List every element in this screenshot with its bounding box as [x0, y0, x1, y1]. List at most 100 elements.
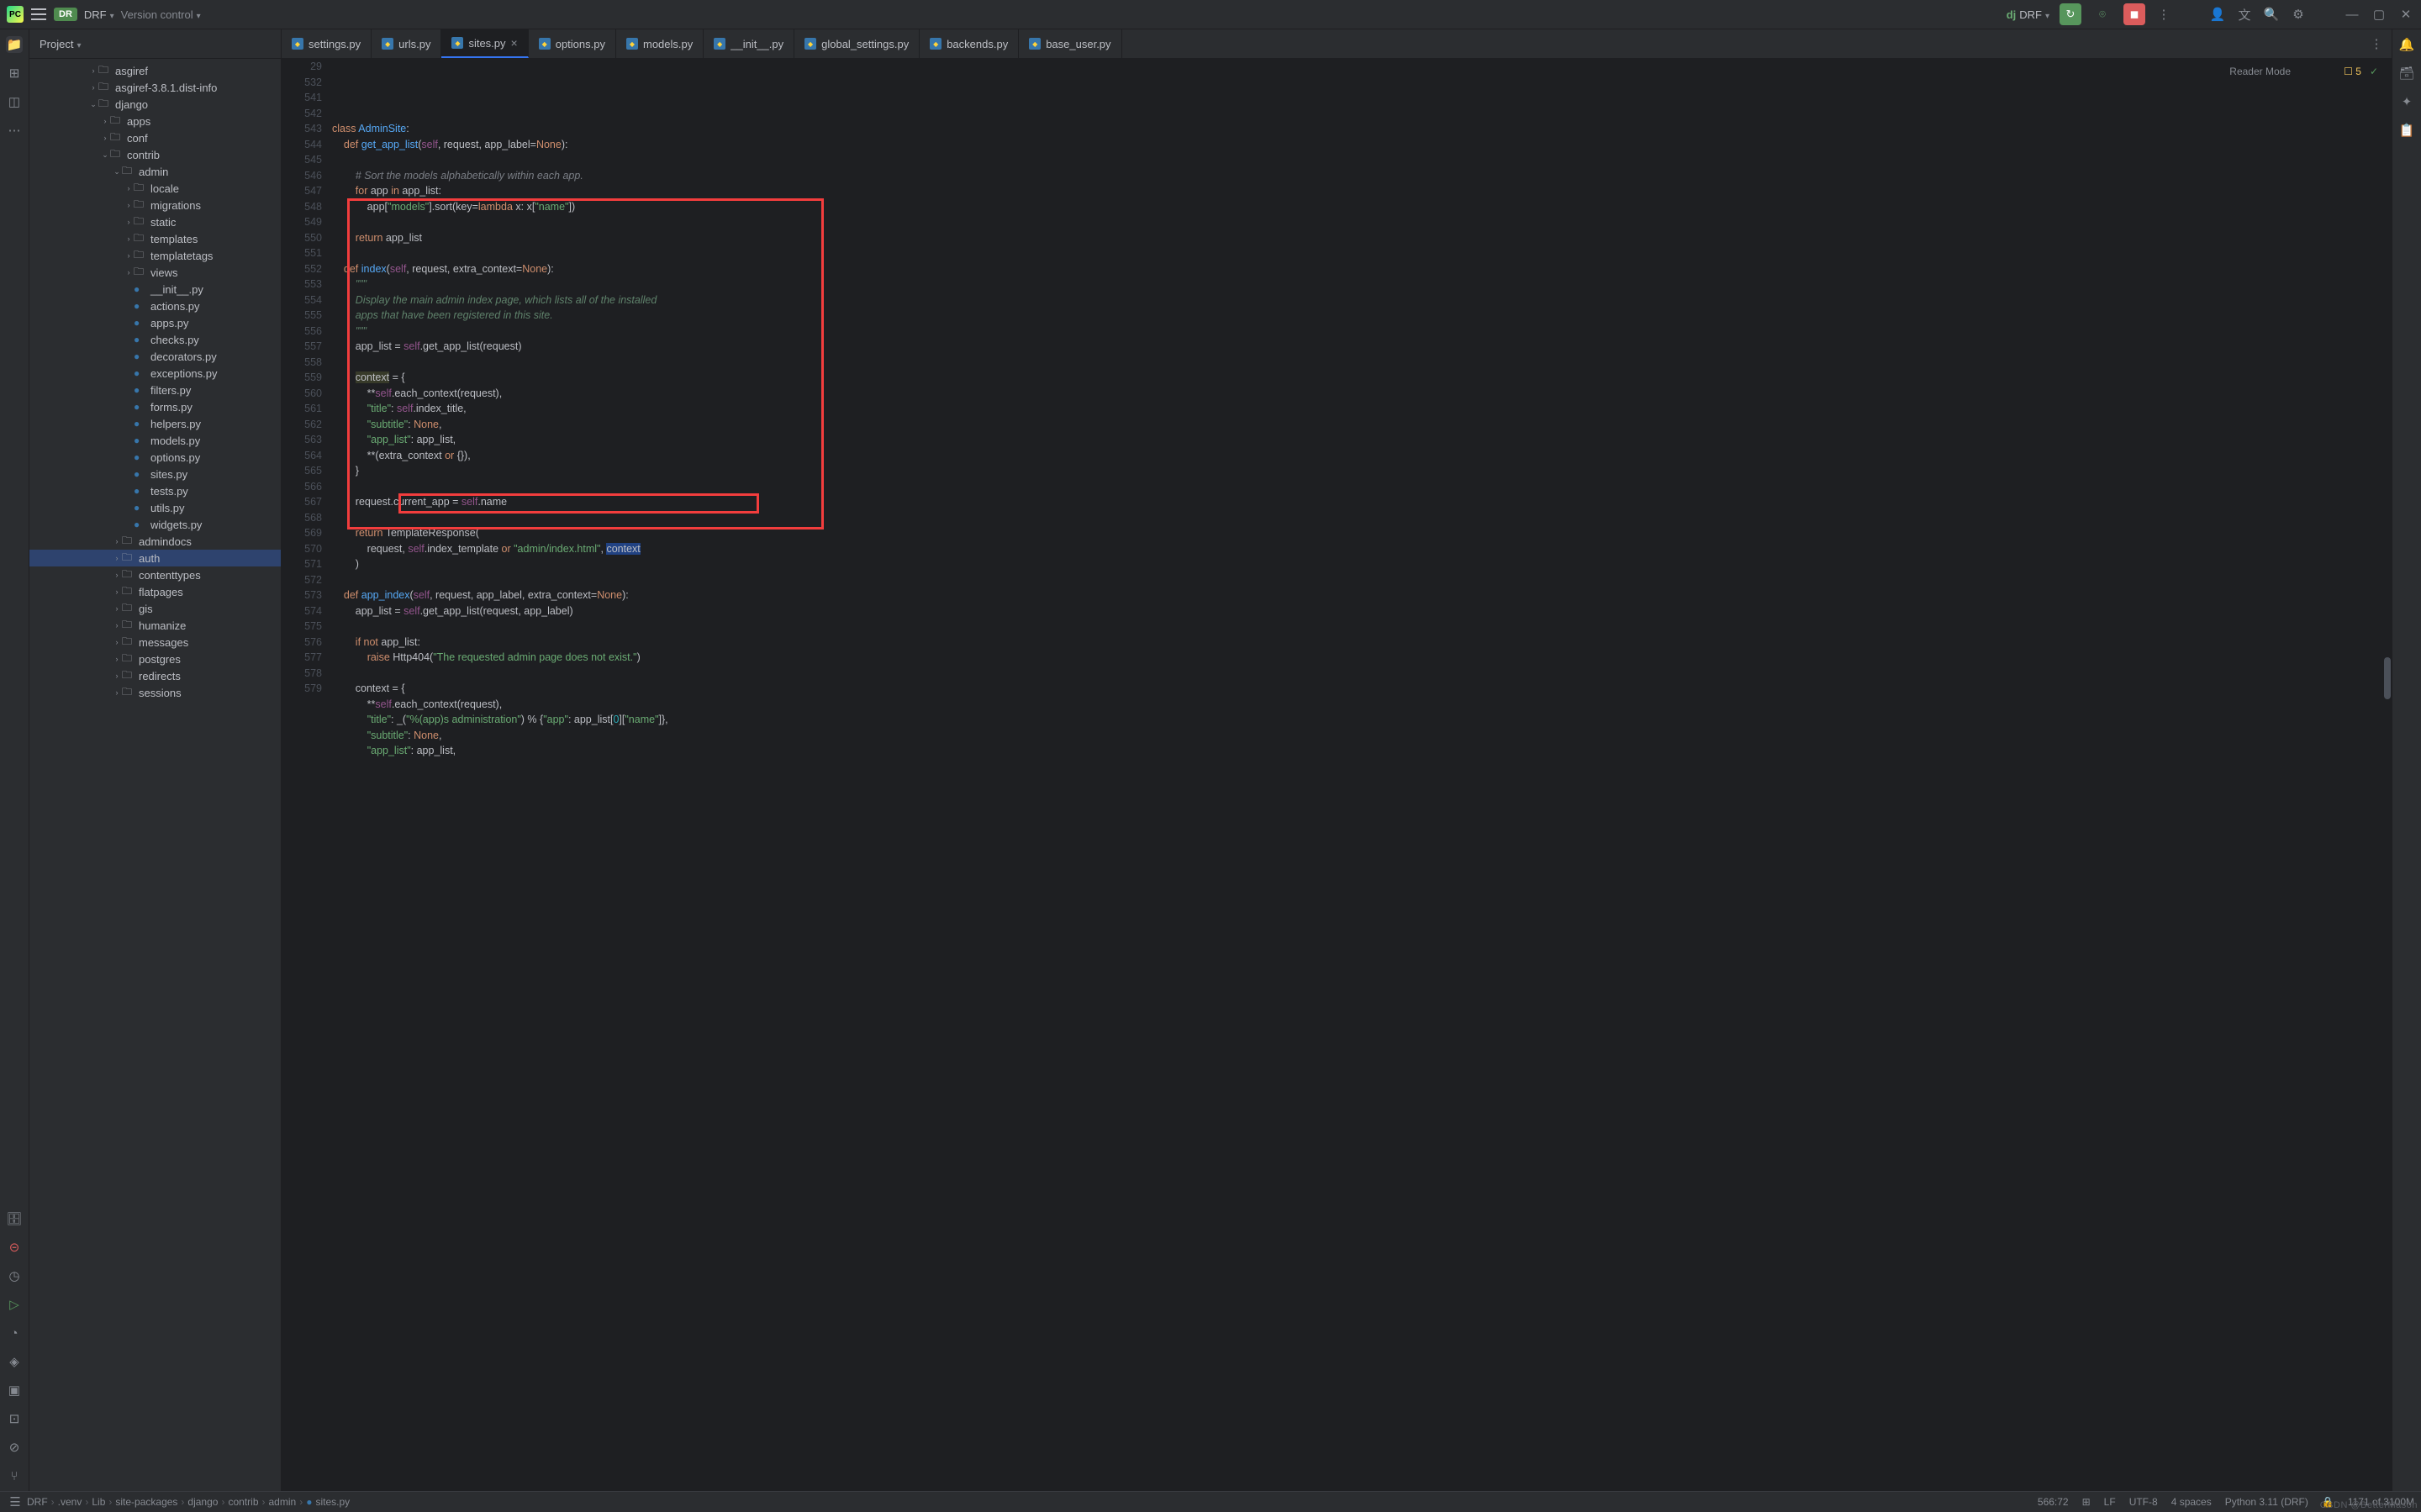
database-tool-icon[interactable]: 🗄	[6, 1210, 23, 1227]
line-separator[interactable]: LF	[2104, 1496, 2116, 1508]
file-encoding[interactable]: UTF-8	[2129, 1496, 2158, 1508]
inspections-widget[interactable]: ☐ 5 ✓	[2344, 64, 2378, 80]
tree-item[interactable]: ›🗀auth	[29, 550, 281, 566]
editor-scrollbar[interactable]	[2383, 59, 2392, 1491]
more-tool-icon[interactable]: ⋯	[6, 122, 23, 139]
more-actions-button[interactable]: ⋮	[2155, 6, 2172, 23]
problems-tool-icon[interactable]: ⊘	[6, 1439, 23, 1456]
cursor-position[interactable]: 566:72	[2038, 1496, 2069, 1508]
tree-chevron-icon[interactable]: ›	[124, 218, 134, 226]
tree-item[interactable]: ›🗀messages	[29, 634, 281, 651]
editor-tab[interactable]: ◆sites.py×	[441, 29, 528, 58]
tree-item[interactable]: ›🗀asgiref-3.8.1.dist-info	[29, 79, 281, 96]
tree-chevron-icon[interactable]: ›	[112, 571, 122, 579]
tree-chevron-icon[interactable]: ›	[112, 587, 122, 596]
run-tool-icon[interactable]: ▷	[6, 1296, 23, 1313]
breadcrumb-item[interactable]: contrib	[228, 1496, 258, 1508]
close-button[interactable]: ✕	[2397, 6, 2414, 23]
tree-item[interactable]: ⌄🗀admin	[29, 163, 281, 180]
tree-item[interactable]: ●models.py	[29, 432, 281, 449]
structure-tool-icon[interactable]: ⊞	[6, 65, 23, 82]
vcs-tool-icon[interactable]: ⑂	[6, 1467, 23, 1484]
editor-tab[interactable]: ◆base_user.py	[1019, 29, 1121, 58]
editor-content[interactable]: 2953254154254354454554654754854955055155…	[282, 59, 2392, 1491]
translate-icon[interactable]: 文	[2236, 6, 2253, 23]
pycharm-icon[interactable]: PC	[7, 6, 24, 23]
bookmarks-tool-icon[interactable]: ◫	[6, 93, 23, 110]
tree-item[interactable]: ›🗀contenttypes	[29, 566, 281, 583]
tree-item[interactable]: ›🗀postgres	[29, 651, 281, 667]
tabs-more-icon[interactable]: ⋮	[2368, 35, 2385, 52]
tree-chevron-icon[interactable]: ⌄	[100, 150, 110, 160]
tree-chevron-icon[interactable]: ›	[100, 134, 110, 142]
project-panel-header[interactable]: Project	[29, 29, 281, 59]
maximize-button[interactable]: ▢	[2371, 6, 2387, 23]
documentation-icon[interactable]: 📋	[2398, 122, 2415, 139]
tree-item[interactable]: ›🗀redirects	[29, 667, 281, 684]
search-icon[interactable]: 🔍	[2263, 6, 2280, 23]
tree-item[interactable]: ●decorators.py	[29, 348, 281, 365]
editor-tab[interactable]: ◆options.py	[529, 29, 616, 58]
reader-mode-label[interactable]: Reader Mode	[2229, 64, 2291, 80]
tree-chevron-icon[interactable]: ›	[112, 638, 122, 646]
tree-chevron-icon[interactable]: ›	[112, 537, 122, 545]
code-area[interactable]: Reader Mode ☐ 5 ✓ class AdminSite: def g…	[332, 59, 2392, 1491]
breadcrumb-item[interactable]: admin	[269, 1496, 297, 1508]
scrollbar-thumb[interactable]	[2384, 657, 2391, 699]
tree-chevron-icon[interactable]: ›	[112, 688, 122, 697]
stop-button[interactable]: ◼	[2123, 3, 2145, 25]
notifications-icon[interactable]: 🔔	[2398, 36, 2415, 53]
debug-button[interactable]: ⌾	[2091, 3, 2113, 25]
tree-item[interactable]: ›🗀locale	[29, 180, 281, 197]
breadcrumb-item[interactable]: site-packages	[115, 1496, 177, 1508]
tree-item[interactable]: ›🗀humanize	[29, 617, 281, 634]
terminal-tool-icon[interactable]: ▣	[6, 1382, 23, 1399]
project-badge[interactable]: DR	[54, 8, 77, 21]
settings-icon[interactable]: ⚙	[2290, 6, 2307, 23]
main-menu-button[interactable]	[30, 6, 47, 23]
interpreter[interactable]: Python 3.11 (DRF)	[2225, 1496, 2308, 1508]
endpoints-tool-icon[interactable]: ⊡	[6, 1410, 23, 1427]
project-selector[interactable]: DRF	[84, 8, 114, 21]
tree-item[interactable]: ⌄🗀contrib	[29, 146, 281, 163]
tree-chevron-icon[interactable]: ›	[124, 234, 134, 243]
tree-item[interactable]: ●exceptions.py	[29, 365, 281, 382]
tree-item[interactable]: ›🗀flatpages	[29, 583, 281, 600]
project-tool-icon[interactable]: 📁	[6, 36, 23, 53]
tree-item[interactable]: ●apps.py	[29, 314, 281, 331]
code-with-me-icon[interactable]: 👤	[2209, 6, 2226, 23]
tree-item[interactable]: ›🗀apps	[29, 113, 281, 129]
tree-chevron-icon[interactable]: ›	[124, 268, 134, 277]
tree-item[interactable]: ›🗀templatetags	[29, 247, 281, 264]
tree-item[interactable]: ›🗀gis	[29, 600, 281, 617]
tree-chevron-icon[interactable]: ›	[100, 117, 110, 125]
tree-chevron-icon[interactable]: ›	[88, 66, 98, 75]
tree-item[interactable]: ›🗀conf	[29, 129, 281, 146]
tree-item[interactable]: ⌄🗀django	[29, 96, 281, 113]
tree-item[interactable]: ●widgets.py	[29, 516, 281, 533]
editor-tab[interactable]: ◆settings.py	[282, 29, 372, 58]
tree-item[interactable]: ›🗀asgiref	[29, 62, 281, 79]
tree-item[interactable]: ›🗀migrations	[29, 197, 281, 213]
tree-item[interactable]: ●utils.py	[29, 499, 281, 516]
tree-chevron-icon[interactable]: ›	[112, 655, 122, 663]
minimize-button[interactable]: —	[2344, 6, 2360, 23]
tree-item[interactable]: ●filters.py	[29, 382, 281, 398]
breadcrumb-item[interactable]: DRF	[27, 1496, 48, 1508]
breadcrumb-item[interactable]: django	[187, 1496, 218, 1508]
tree-item[interactable]: ›🗀templates	[29, 230, 281, 247]
tree-item[interactable]: ●options.py	[29, 449, 281, 466]
tree-item[interactable]: ›🗀static	[29, 213, 281, 230]
editor-tab[interactable]: ◆models.py	[616, 29, 704, 58]
editor-tab[interactable]: ◆backends.py	[920, 29, 1019, 58]
tree-chevron-icon[interactable]: ›	[112, 554, 122, 562]
os-indicator[interactable]: ⊞	[2082, 1496, 2091, 1508]
tree-item[interactable]: ›🗀views	[29, 264, 281, 281]
breadcrumb-item[interactable]: Lib	[92, 1496, 105, 1508]
tree-item[interactable]: ›🗀sessions	[29, 684, 281, 701]
tree-item[interactable]: ●tests.py	[29, 482, 281, 499]
breadcrumb-item[interactable]: .venv	[58, 1496, 82, 1508]
tree-chevron-icon[interactable]: ›	[88, 83, 98, 92]
tree-chevron-icon[interactable]: ⌄	[88, 100, 98, 109]
vcs-selector[interactable]: Version control	[121, 8, 201, 21]
